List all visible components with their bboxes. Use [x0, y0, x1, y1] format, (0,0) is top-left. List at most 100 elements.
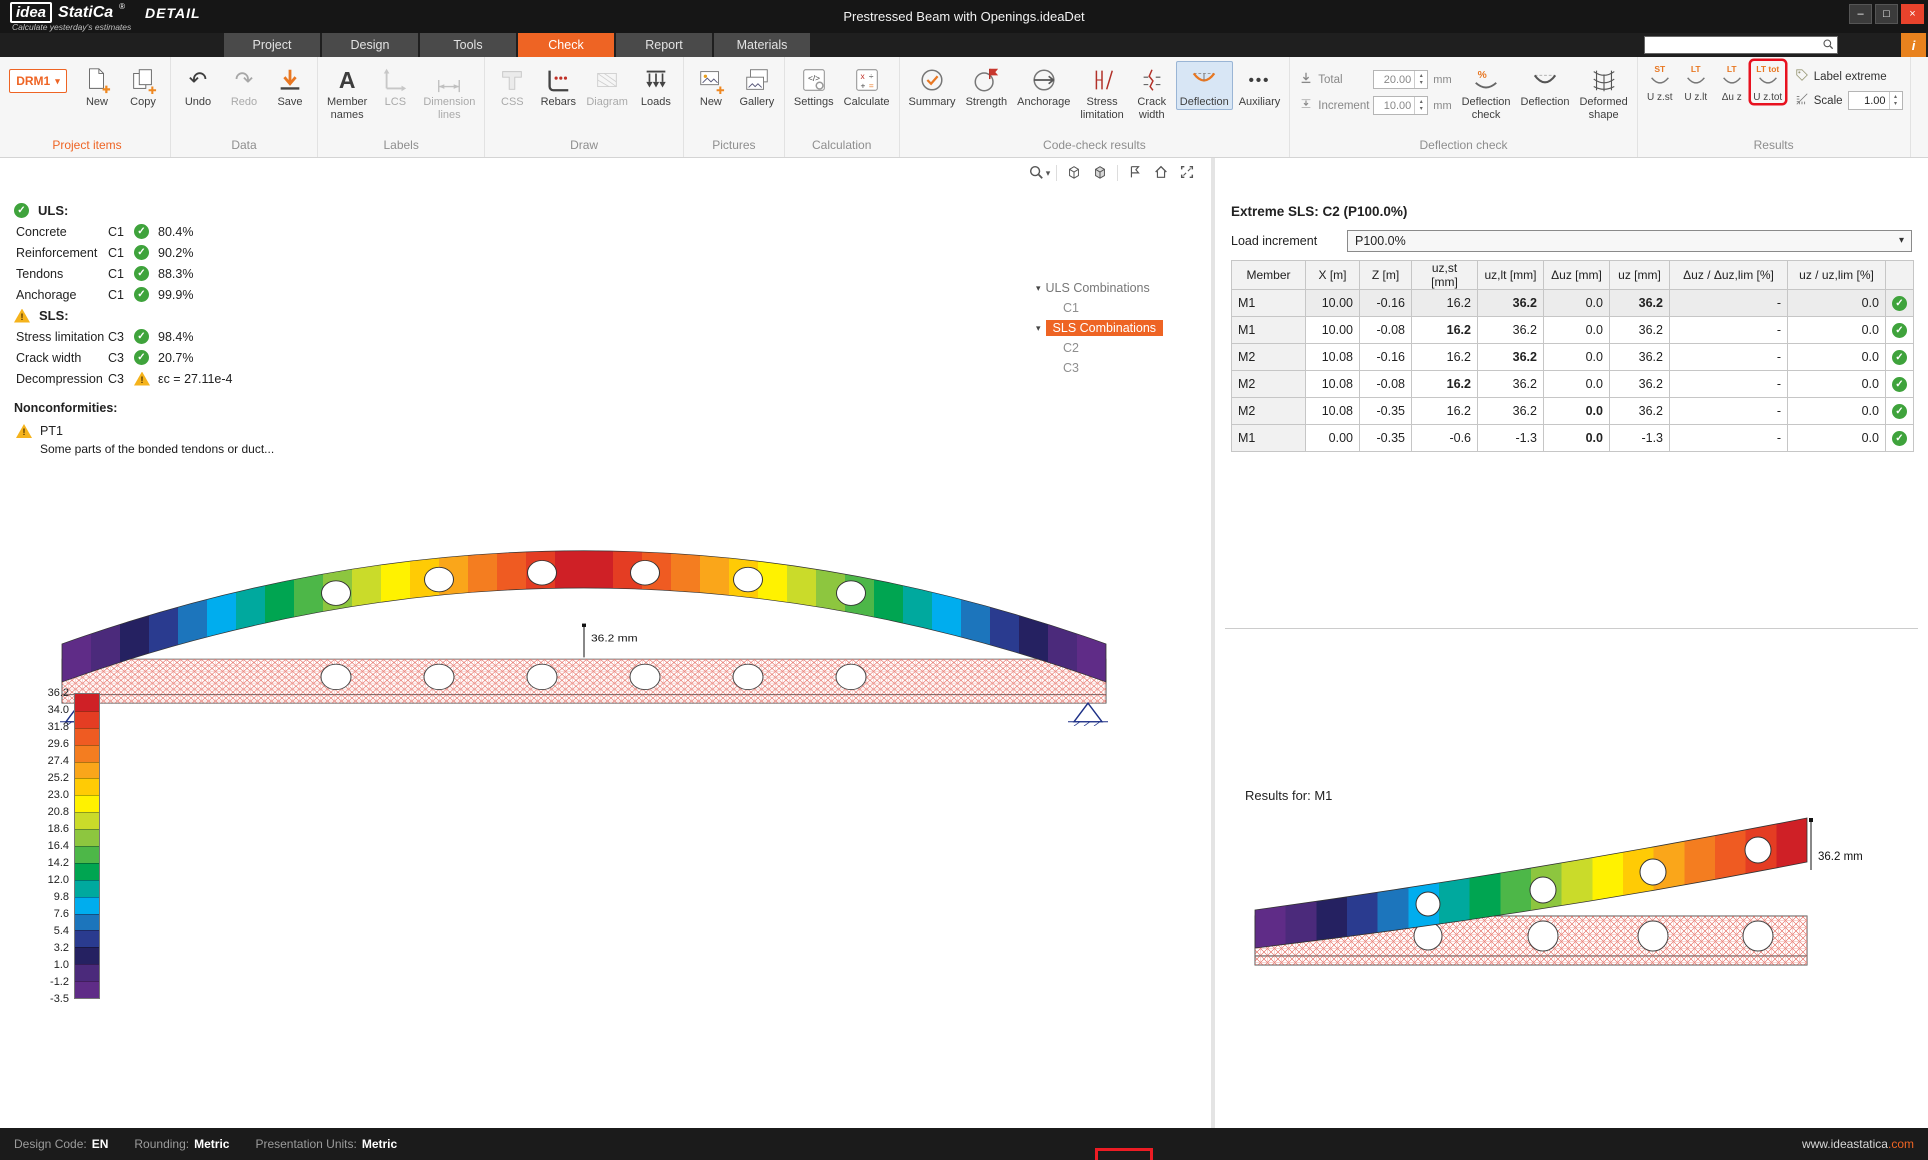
css-icon [498, 64, 526, 96]
info-button[interactable]: i [1901, 33, 1926, 57]
ribbon-button-calculate[interactable]: x÷+=Calculate [840, 61, 894, 110]
result-toggle-u-z-lt[interactable]: LTU z.lt [1679, 61, 1713, 103]
tree-group-uls-combinations[interactable]: ▾ULS Combinations [1036, 278, 1206, 298]
ribbon-button-undo[interactable]: ↶Undo [176, 61, 220, 110]
tab-tools[interactable]: Tools [420, 33, 516, 57]
table-row[interactable]: M210.08-0.1616.236.20.036.2-0.0✓ [1232, 344, 1914, 371]
model-viewport[interactable]: ▾ ✓ULS:ConcreteC1✓80.4%ReinforcementC1✓9… [0, 158, 1211, 1128]
increment-spinner[interactable]: 10.00▴▾ [1373, 96, 1428, 115]
ribbon-button-stress-limitation[interactable]: Stress limitation [1076, 61, 1127, 123]
ribbon-button-new[interactable]: New [689, 61, 733, 110]
legend-value: 16.4 [33, 840, 69, 852]
ribbon-button-copy[interactable]: Copy [121, 61, 165, 110]
website-link[interactable]: www.ideastatica.com [1802, 1137, 1914, 1151]
tree-group-sls-combinations[interactable]: ▾SLS Combinations [1036, 318, 1206, 338]
column-header[interactable]: Z [m] [1360, 261, 1412, 290]
spinner-down-icon[interactable]: ▾ [1420, 80, 1423, 87]
table-cell: 10.08 [1306, 398, 1360, 425]
result-toggle-u-z[interactable]: LTΔu z [1715, 61, 1749, 103]
ribbon-button-auxiliary[interactable]: •••Auxiliary [1235, 61, 1285, 110]
column-header[interactable]: uz [mm] [1610, 261, 1670, 290]
ribbon-button-summary[interactable]: Summary [905, 61, 960, 110]
column-header[interactable]: Member [1232, 261, 1306, 290]
result-toggle-u-z-tot[interactable]: LT totU z.tot [1751, 61, 1785, 103]
project-item-selector[interactable]: DRM1▾ [9, 69, 67, 93]
total-spinner[interactable]: 20.00▴▾ [1373, 70, 1428, 89]
ribbon-button-dimension-lines[interactable]: Dimension lines [419, 61, 479, 123]
table-row[interactable]: M210.08-0.3516.236.20.036.2-0.0✓ [1232, 398, 1914, 425]
ribbon-button-lcs[interactable]: LCS [373, 61, 417, 110]
tree-item-c2[interactable]: C2 [1036, 338, 1206, 358]
ribbon-button-anchorage[interactable]: Anchorage [1013, 61, 1074, 110]
spinner-down-icon[interactable]: ▾ [1894, 101, 1897, 108]
ribbon-button-save[interactable]: Save [268, 61, 312, 110]
legend-color-cell [75, 947, 99, 964]
tab-report[interactable]: Report [616, 33, 712, 57]
column-header-status [1886, 261, 1914, 290]
tab-design[interactable]: Design [322, 33, 418, 57]
label-extreme-toggle[interactable]: Label extreme [1795, 68, 1903, 85]
load-increment-select[interactable]: P100.0% ▾ [1347, 230, 1912, 252]
ribbon-button-member-names[interactable]: AMember names [323, 61, 371, 123]
tab-materials[interactable]: Materials [714, 33, 810, 57]
table-cell: -1.3 [1610, 425, 1670, 452]
ribbon-button-deflection[interactable]: Deflection [1176, 61, 1233, 110]
zoom-tool[interactable]: ▾ [1027, 162, 1051, 184]
collapse-icon[interactable]: ▾ [1036, 323, 1041, 334]
ribbon-button-redo[interactable]: ↷Redo [222, 61, 266, 110]
ribbon-button-settings[interactable]: </>Settings [790, 61, 838, 110]
column-header[interactable]: Δuz / Δuz,lim [%] [1670, 261, 1788, 290]
legend-value: 12.0 [33, 874, 69, 886]
column-header[interactable]: Δuz [mm] [1544, 261, 1610, 290]
collapse-icon[interactable]: ▾ [1036, 283, 1041, 294]
column-header[interactable]: X [m] [1306, 261, 1360, 290]
table-row[interactable]: M110.00-0.0816.236.20.036.2-0.0✓ [1232, 317, 1914, 344]
ribbon-group-results: STU z.stLTU z.ltLTΔu zLT totU z.tot Label… [1638, 57, 1911, 157]
search-input[interactable] [1644, 36, 1838, 54]
tab-project[interactable]: Project [224, 33, 320, 57]
mesh-icon [1590, 64, 1618, 96]
table-row[interactable]: M210.08-0.0816.236.20.036.2-0.0✓ [1232, 371, 1914, 398]
shaded-tool[interactable] [1088, 162, 1112, 184]
table-header-row: MemberX [m]Z [m]uz,st [mm]uz,lt [mm]Δuz … [1232, 261, 1914, 290]
spinner-up-icon[interactable]: ▴ [1894, 94, 1897, 101]
ribbon-button-rebars[interactable]: Rebars [536, 61, 580, 110]
result-toggle-u-z-st[interactable]: STU z.st [1643, 61, 1677, 103]
close-button[interactable]: × [1901, 4, 1924, 24]
isometric-tool[interactable] [1062, 162, 1086, 184]
column-header[interactable]: uz,st [mm] [1412, 261, 1478, 290]
table-row[interactable]: M110.00-0.1616.236.20.036.2-0.0✓ [1232, 290, 1914, 317]
spinner-up-icon[interactable]: ▴ [1420, 73, 1423, 80]
column-header[interactable]: uz,lt [mm] [1478, 261, 1544, 290]
ribbon-button-new[interactable]: New [75, 61, 119, 110]
ribbon-button-crack-width[interactable]: Crack width [1130, 61, 1174, 123]
table-row[interactable]: M10.00-0.35-0.6-1.30.0-1.3-0.0✓ [1232, 425, 1914, 452]
fit-tool[interactable] [1175, 162, 1199, 184]
calculate-icon: x÷+= [853, 64, 881, 96]
minimize-button[interactable]: – [1849, 4, 1872, 24]
column-header[interactable]: uz / uz,lim [%] [1788, 261, 1886, 290]
spinner-down-icon[interactable]: ▾ [1420, 106, 1423, 113]
ribbon-button-gallery[interactable]: Gallery [735, 61, 779, 110]
tab-check[interactable]: Check [518, 33, 614, 57]
ribbon-button-loads[interactable]: Loads [634, 61, 678, 110]
labels-tool[interactable] [1123, 162, 1147, 184]
home-tool[interactable] [1149, 162, 1173, 184]
ribbon-button-deflection[interactable]: Deflection [1517, 61, 1574, 110]
row-ok-icon: ✓ [1892, 296, 1907, 311]
toolbar-separator [1056, 165, 1057, 181]
ribbon-button-css[interactable]: CSS [490, 61, 534, 110]
tree-item-c1[interactable]: C1 [1036, 298, 1206, 318]
check-icon: ✓ [14, 203, 29, 218]
ribbon-button-deflection-check[interactable]: %Deflection check [1458, 61, 1515, 123]
table-cell: 0.0 [1544, 344, 1610, 371]
spinner-up-icon[interactable]: ▴ [1420, 99, 1423, 106]
scale-spinner[interactable]: 1.00▴▾ [1848, 91, 1903, 110]
table-cell: - [1670, 398, 1788, 425]
ribbon-button-strength[interactable]: Strength [962, 61, 1012, 110]
maximize-button[interactable]: □ [1875, 4, 1898, 24]
ribbon-button-diagram[interactable]: Diagram [582, 61, 632, 110]
tree-item-c3[interactable]: C3 [1036, 358, 1206, 378]
ribbon-button-deformed-shape[interactable]: Deformed shape [1575, 61, 1631, 123]
table-cell: -0.35 [1360, 398, 1412, 425]
